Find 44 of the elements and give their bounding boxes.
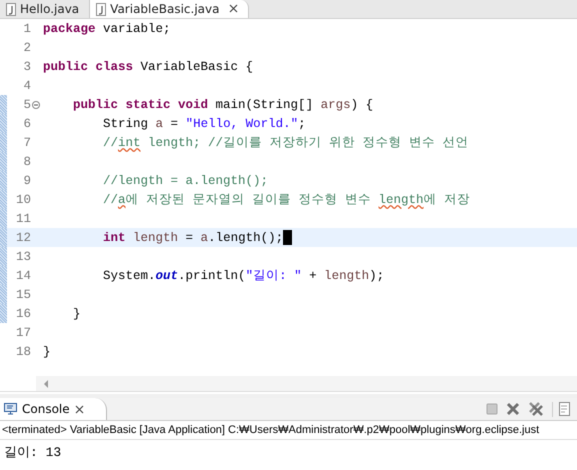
text-cursor — [283, 230, 292, 245]
line-number: 9 — [22, 174, 31, 188]
line-number: 2 — [22, 40, 31, 54]
console-tab[interactable]: Console — [0, 398, 107, 420]
code-line: } — [72, 306, 81, 320]
scroll-left-icon[interactable] — [42, 380, 50, 388]
code-line: //int length; //길이를 저장하기 위한 정수형 변수 선언 — [102, 135, 469, 151]
java-file-icon — [96, 2, 106, 16]
line-number: 3 — [22, 60, 31, 74]
line-number: 8 — [22, 154, 31, 168]
code-line: } — [42, 344, 51, 358]
line-number: 11 — [14, 212, 31, 226]
line-number: 4 — [22, 78, 31, 92]
remove-all-icon[interactable] — [528, 401, 544, 417]
line-number: 6 — [22, 116, 31, 130]
code-line: //length = a.length(); — [102, 174, 268, 188]
close-icon[interactable] — [74, 404, 84, 414]
line-number: 1 — [22, 22, 31, 36]
line-number: 5 — [22, 98, 31, 112]
code-line: int length = a.length(); — [102, 230, 284, 244]
code-line: //a에 저장된 문자열의 길이를 정수형 변수 length에 저장 — [102, 192, 470, 208]
remove-icon[interactable] — [506, 402, 520, 416]
line-number: 12 — [14, 230, 31, 244]
console-output: 길이: 13 — [4, 445, 62, 460]
line-number: 16 — [14, 306, 31, 320]
line-number: 15 — [14, 288, 31, 302]
horizontal-scrollbar[interactable] — [36, 376, 577, 391]
line-number: 10 — [14, 192, 31, 206]
line-number: 18 — [14, 344, 31, 358]
code-line: System.out.println("길이: " + length); — [102, 268, 384, 284]
line-number: 17 — [14, 326, 31, 340]
console-status-text: <terminated> VariableBasic [Java Application] C:₩Users₩Administrator₩.p2₩pool₩plugins₩org.eclipse.just — [2, 424, 540, 436]
code-line: package variable; — [42, 22, 171, 36]
code-line: String a = "Hello, World."; — [102, 116, 306, 130]
monitor-icon — [4, 403, 17, 415]
collapse-icon[interactable] — [32, 100, 40, 108]
line-number: 7 — [22, 136, 31, 150]
document-icon[interactable] — [552, 402, 573, 416]
java-file-icon — [6, 2, 16, 16]
code-line: public class VariableBasic { — [42, 60, 254, 74]
line-number: 14 — [14, 268, 31, 282]
editor-tab[interactable]: VariableBasic.java — [90, 0, 250, 18]
line-number: 13 — [14, 250, 31, 264]
code-line: public static void main(String[] args) { — [72, 98, 374, 112]
